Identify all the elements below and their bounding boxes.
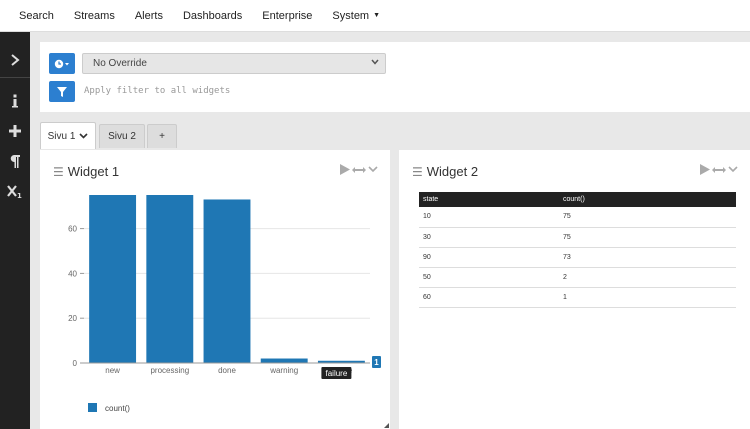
table-cell: 1 [559,287,736,308]
table-cell: 90 [419,247,559,268]
nav-enterprise-label: Enterprise [262,9,313,22]
timerange-button[interactable] [49,53,75,74]
table-header-state: state [419,192,559,207]
filter-query-input[interactable]: Apply filter to all widgets [84,82,484,100]
top-navigation: Search Streams Alerts Dashboards Enterpr… [0,0,750,32]
chevron-right-icon[interactable] [0,49,30,71]
nav-streams[interactable]: Streams [74,10,115,22]
chevron-down-icon[interactable] [728,166,738,173]
widget-2-title-text: Widget 2 [426,164,479,179]
tooltip-label: failure [326,369,348,378]
caret-down-icon: ▼ [373,12,381,19]
table-row: 10 75 [419,207,736,228]
nav-search-label: Search [19,9,54,22]
nav-alerts-label: Alerts [134,9,163,22]
table-row: 30 75 [419,227,736,248]
x-tick-label: processing [150,366,189,375]
svg-text:1: 1 [17,192,22,199]
nav-system[interactable]: System ▼ [332,10,380,22]
subscript-icon[interactable]: 1 [0,181,30,203]
nav-streams-label: Streams [73,9,115,22]
table-cell: 73 [559,247,736,268]
drag-handle-icon[interactable]: ☰ [412,165,423,179]
left-sidebar: 1 [0,32,30,429]
filter-bar: No Override Apply filter to all widgets [40,42,750,112]
table-cell: 30 [419,227,559,248]
nav-dashboards-label: Dashboards [182,9,243,22]
table-header-count: count() [559,192,736,207]
expand-horizontal-icon[interactable] [712,166,726,174]
x-tick-label: done [218,366,236,375]
bar-chart: 0204060newprocessingdonewarningfailure f… [68,195,381,413]
dashboard-tabs: Sivu 1 Sivu 2 + [40,122,750,149]
table-cell: 50 [419,267,559,288]
tab-sivu-1-label: Sivu 1 [47,130,76,142]
tab-sivu-2-label: Sivu 2 [108,131,136,142]
x-tick-label: warning [269,366,298,375]
nav-enterprise[interactable]: Enterprise [262,10,312,22]
table-header-row: state count() [419,192,736,207]
clock-icon [54,59,69,68]
table-row: 50 2 [419,267,736,288]
bar-warning [260,358,308,363]
filter-query-placeholder: Apply filter to all widgets [84,86,231,96]
widget-2: ☰ Widget 2 state count() 10 75 30 75 90 73 … [399,150,750,429]
y-tick-label: 60 [68,225,77,234]
filter-button[interactable] [49,81,75,102]
table-cell: 2 [559,267,736,288]
override-select-value: No Override [93,58,147,69]
table-cell: 75 [559,227,736,248]
table-row: 60 1 [419,287,736,308]
tab-sivu-2[interactable]: Sivu 2 [99,124,145,148]
y-tick-label: 0 [73,359,78,368]
x-tick-label: new [105,366,120,375]
table-row: 90 73 [419,247,736,268]
resize-handle-icon[interactable] [384,423,389,428]
legend-label: count() [105,404,130,413]
info-icon[interactable] [0,90,30,112]
plus-icon[interactable] [0,120,30,142]
override-select[interactable]: No Override [82,53,386,74]
legend-swatch [88,403,97,412]
nav-alerts[interactable]: Alerts [135,10,163,22]
play-icon[interactable] [700,164,710,175]
value-badge-label: 1 [374,358,379,367]
y-tick-label: 20 [68,314,77,323]
y-tick-label: 40 [68,269,77,278]
chevron-down-icon [79,133,88,139]
nav-system-label: System [332,9,370,22]
chevron-down-icon [371,58,379,67]
nav-search[interactable]: Search [19,10,54,22]
table-cell: 10 [419,207,559,228]
results-table: state count() 10 75 30 75 90 73 50 2 60 1 [419,192,736,308]
bar-new [89,195,137,363]
widget-2-title: ☰ Widget 2 [412,164,478,179]
table-cell: 60 [419,287,559,308]
filter-icon [57,86,67,97]
widget-1: ☰ Widget 1 0 20 40 60 new processing done warni… [40,150,390,429]
sidebar-divider [0,77,30,78]
table-cell: 75 [559,207,736,228]
tab-sivu-1[interactable]: Sivu 1 [40,122,96,149]
nav-dashboards[interactable]: Dashboards [183,10,242,22]
tab-add[interactable]: + [147,124,177,148]
widget-2-tools [700,164,738,175]
pilcrow-icon[interactable] [0,150,30,172]
tab-add-label: + [159,131,165,142]
bar-done [203,199,251,363]
bar-processing [146,195,194,363]
